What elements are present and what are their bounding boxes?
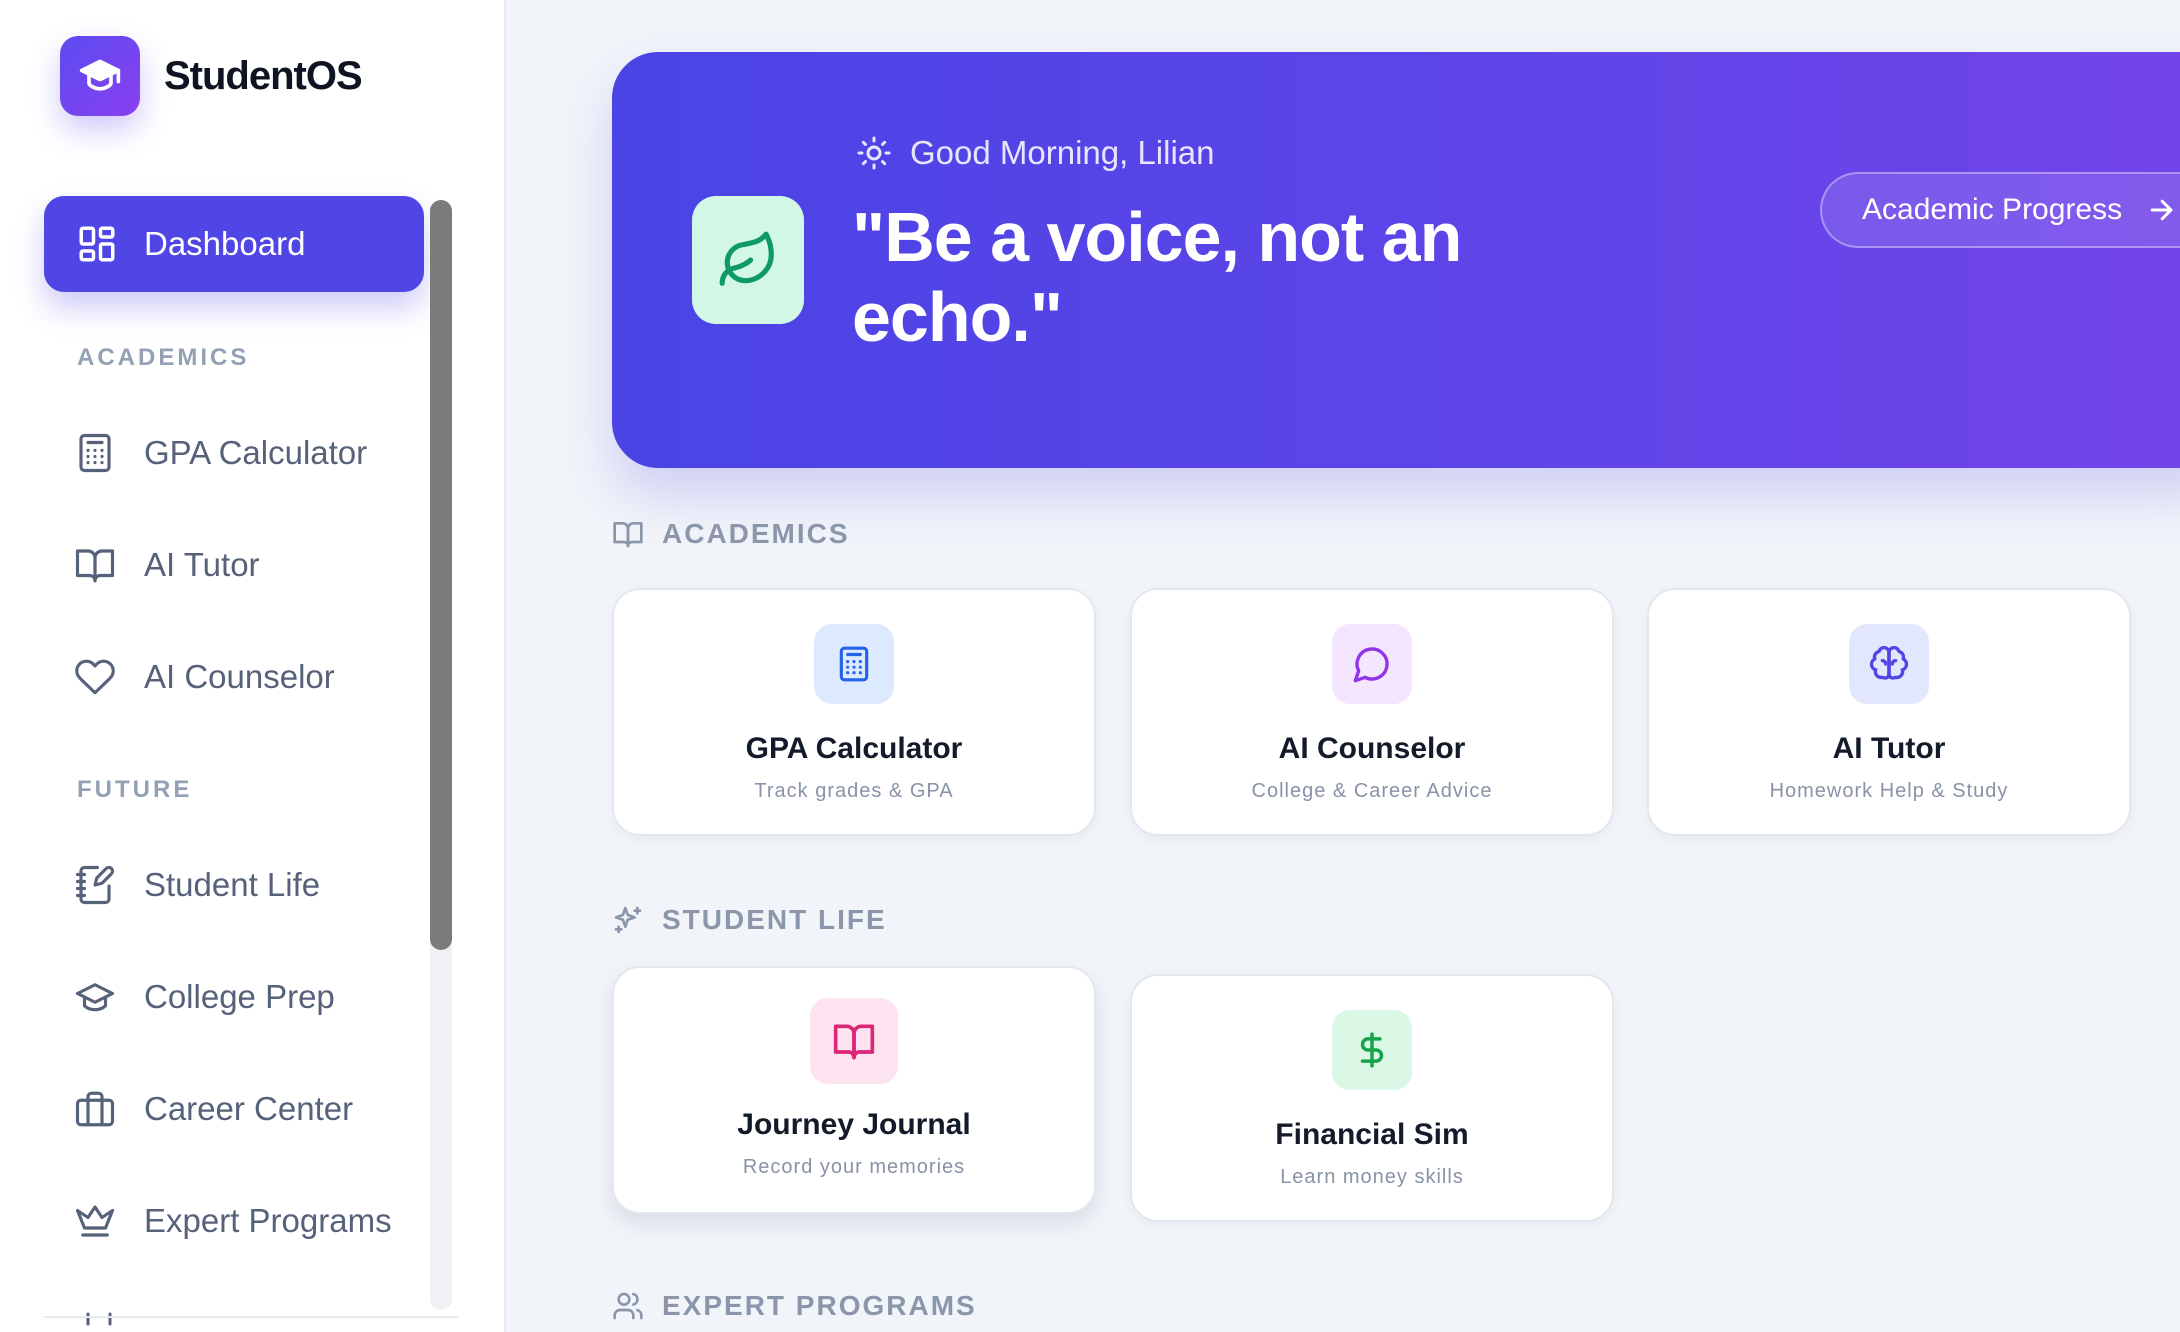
- graduation-cap-icon: [75, 983, 115, 1012]
- section-academics-heading: ACADEMICS: [612, 518, 850, 550]
- section-title: EXPERT PROGRAMS: [662, 1290, 977, 1321]
- sidebar-item-student-life[interactable]: Student Life: [74, 864, 320, 906]
- book-open-icon: [810, 998, 898, 1084]
- arrow-right-icon: [2150, 199, 2173, 221]
- calculator-icon: [79, 433, 111, 473]
- sidebar-item-ai-counselor[interactable]: AI Counselor: [74, 656, 335, 698]
- sidebar-item-label: AI Counselor: [144, 658, 335, 695]
- card-subtitle: Learn money skills: [1280, 1166, 1464, 1188]
- sidebar-item-career-center[interactable]: Career Center: [74, 1088, 353, 1130]
- quote-text: "Be a voice, not an echo.": [852, 198, 1462, 356]
- dollar-sign-icon: [1332, 1010, 1412, 1090]
- sidebar-item-gpa-calculator[interactable]: GPA Calculator: [74, 432, 367, 474]
- section-title: ACADEMICS: [662, 518, 850, 549]
- greeting: Good Morning, Lilian: [856, 134, 1215, 172]
- card-gpa-calculator[interactable]: GPA Calculator Track grades & GPA: [612, 588, 1096, 836]
- sidebar-section-future: FUTURE: [77, 776, 193, 803]
- sun-icon: [857, 136, 891, 170]
- card-subtitle: College & Career Advice: [1251, 780, 1493, 802]
- card-title: Financial Sim: [1275, 1118, 1469, 1151]
- sidebar-section-academics: ACADEMICS: [77, 344, 250, 371]
- sidebar: StudentOS Dashboard ACADEMICS GPA Calcul…: [0, 0, 506, 1332]
- notebook-pen-icon: [75, 865, 115, 905]
- sidebar-item-label: Dashboard: [144, 225, 306, 262]
- users-icon: [613, 1292, 643, 1320]
- academic-progress-button[interactable]: Academic Progress: [1820, 172, 2180, 248]
- sidebar-item-dashboard[interactable]: Dashboard: [44, 196, 424, 292]
- calculator-icon: [814, 624, 894, 704]
- sidebar-item-label: Student Life: [144, 866, 321, 903]
- leaf-icon: [692, 196, 804, 324]
- sidebar-item-label: College Prep: [144, 978, 335, 1015]
- card-title: GPA Calculator: [745, 732, 963, 765]
- hero-banner: Good Morning, Lilian "Be a voice, not an…: [612, 52, 2180, 468]
- sidebar-item-college-prep[interactable]: College Prep: [74, 976, 335, 1018]
- message-circle-icon: [1332, 624, 1412, 704]
- book-open-icon: [75, 549, 115, 583]
- sidebar-item-label: Expert Programs: [144, 1202, 392, 1239]
- section-expert-programs-heading: EXPERT PROGRAMS: [612, 1290, 977, 1322]
- sidebar-item-label: GPA Calculator: [144, 434, 368, 471]
- academic-progress-label: Academic Progress: [1862, 193, 2123, 226]
- card-financial-sim[interactable]: Financial Sim Learn money skills: [1130, 974, 1614, 1222]
- sparkles-icon: [614, 906, 642, 934]
- card-subtitle: Homework Help & Study: [1769, 780, 2009, 802]
- sidebar-item-expert-programs[interactable]: Expert Programs: [74, 1200, 392, 1242]
- graduation-cap-logo-icon: [60, 36, 140, 116]
- brand[interactable]: StudentOS: [60, 36, 363, 116]
- card-ai-counselor[interactable]: AI Counselor College & Career Advice: [1130, 588, 1614, 836]
- app-name: StudentOS: [164, 53, 363, 98]
- card-subtitle: Record your memories: [742, 1156, 966, 1178]
- sidebar-item-label: Career Center: [144, 1090, 354, 1127]
- section-title: STUDENT LIFE: [662, 904, 887, 935]
- sidebar-item-label: AI Tutor: [144, 546, 260, 583]
- card-ai-tutor[interactable]: AI Tutor Homework Help & Study: [1647, 588, 2131, 836]
- book-open-icon: [613, 522, 643, 548]
- card-subtitle: Track grades & GPA: [754, 780, 954, 802]
- greeting-text: Good Morning, Lilian: [910, 134, 1215, 171]
- crown-icon: [75, 1205, 115, 1237]
- sidebar-divider: [44, 1316, 458, 1318]
- card-title: Journey Journal: [737, 1108, 971, 1141]
- sidebar-item-ai-tutor[interactable]: AI Tutor: [74, 544, 260, 586]
- card-title: AI Counselor: [1278, 732, 1466, 765]
- briefcase-icon: [75, 1091, 115, 1127]
- sidebar-scrollbar-thumb[interactable]: [430, 200, 452, 950]
- layout-grid-icon: [79, 226, 115, 262]
- brain-icon: [1849, 624, 1929, 704]
- section-student-life-heading: STUDENT LIFE: [612, 904, 887, 936]
- card-title: AI Tutor: [1832, 732, 1946, 765]
- card-journey-journal[interactable]: Journey Journal Record your memories: [612, 966, 1096, 1214]
- heart-icon: [75, 659, 115, 695]
- calendar-icon: [86, 1312, 112, 1326]
